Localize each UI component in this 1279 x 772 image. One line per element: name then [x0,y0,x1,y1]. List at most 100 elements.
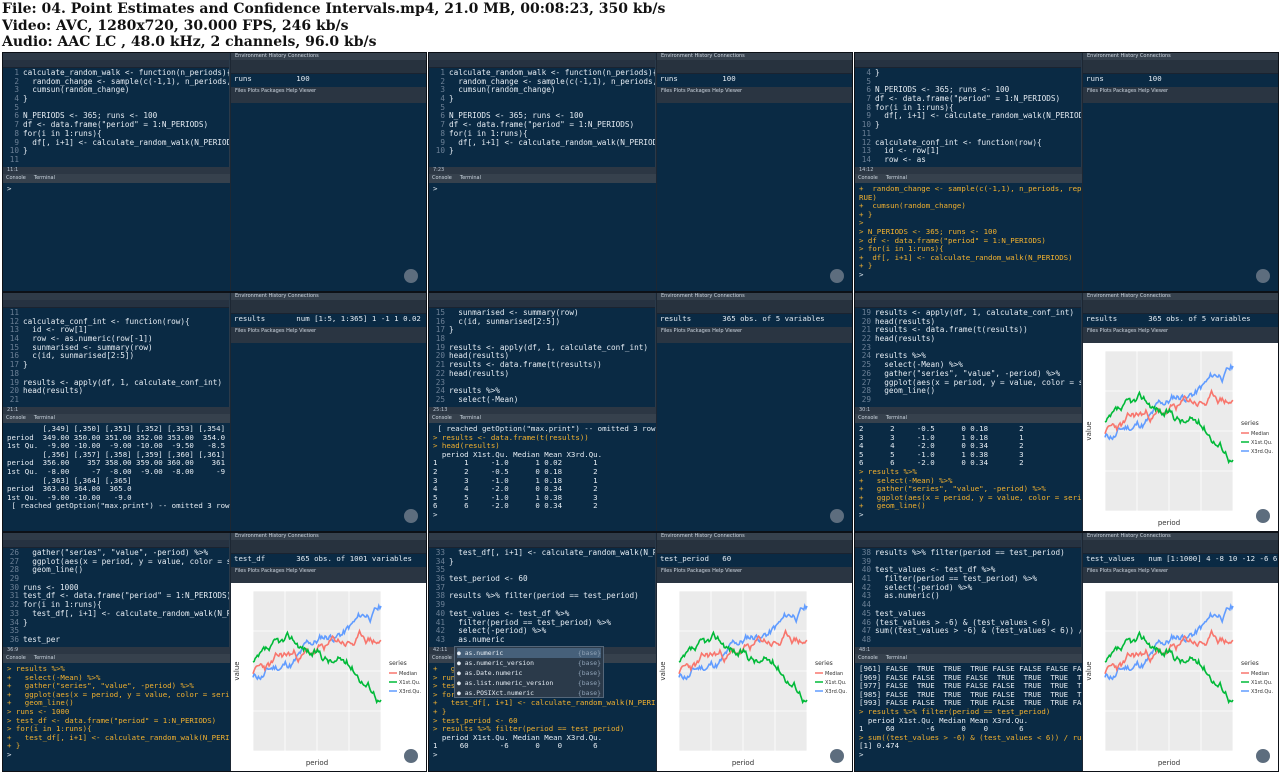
environment-variable[interactable]: test_df 365 obs. of 1001 variables [231,554,426,564]
environment-variable[interactable]: test_period 60 [657,554,852,564]
environment-tabs[interactable]: Environment History Connections [231,533,426,540]
console-output[interactable]: > results %>% + select(-Mean) %>% + gather… [3,663,230,771]
console-line: > [859,269,864,279]
plots-tabs[interactable]: Files Plots Packages Help Viewer [657,87,852,103]
terminal-tab[interactable]: Terminal [460,175,481,181]
environment-tabs[interactable]: Environment History Connections [1083,293,1278,300]
terminal-tab[interactable]: Terminal [34,175,55,181]
play-overlay-icon[interactable] [830,509,844,523]
console-tab[interactable]: Console [6,655,26,661]
environment-variable[interactable]: results 365 obs. of 5 variables [657,314,852,324]
play-overlay-icon[interactable] [404,509,418,523]
environment-variable[interactable]: results 365 obs. of 5 variables [1083,314,1278,324]
source-editor[interactable]: 1 calculate_random_walk <- function(n_per… [3,53,230,167]
editor-file-tab[interactable] [429,53,655,60]
editor-file-tab[interactable] [3,53,229,60]
plots-tabs[interactable]: Files Plots Packages Help Viewer [657,327,852,343]
code-line: 38 results %>% filter(period == test_peri… [855,548,1081,558]
environment-tabs[interactable]: Environment History Connections [657,533,852,540]
play-overlay-icon[interactable] [404,749,418,763]
source-editor[interactable]: 4} 5 6 N_PERIODS <- 365; runs <- 100 7 df <- … [855,53,1082,167]
autocomplete-item[interactable]: ● as.Date.numeric {base} [457,668,601,678]
autocomplete-package: {base} [577,649,601,657]
terminal-tab[interactable]: Terminal [34,415,55,421]
plots-tabs[interactable]: Files Plots Packages Help Viewer [657,567,852,583]
play-overlay-icon[interactable] [1256,509,1270,523]
environment-tabs[interactable]: Environment History Connections [1083,53,1278,60]
editor-file-tab[interactable] [429,533,655,540]
code-text: } [23,94,28,104]
environment-variable[interactable]: runs 100 [657,74,852,84]
code-line: 22 head(results) [855,334,1081,344]
play-overlay-icon[interactable] [404,269,418,283]
autocomplete-item[interactable]: ● as.numeric_version {base} [457,658,601,668]
console-tab[interactable]: Console [6,415,26,421]
line-number: 48 [861,634,871,644]
ggplot-line-chart: period value series Median X1st.Qu. X3rd.Qu. [659,590,847,767]
console-output[interactable]: [,349] [,350] [,351] [,352] [,353] [,354… [3,423,230,531]
play-overlay-icon[interactable] [1256,269,1270,283]
console-tab[interactable]: Console [432,175,452,181]
environment-variable[interactable]: runs 100 [231,74,426,84]
terminal-tab[interactable]: Terminal [886,655,907,661]
console-output[interactable]: 2 2 -0.5 0 0.18 23 3 -1.0 1 0.18 14 4 -2… [855,423,1082,531]
console-tab[interactable]: Console [858,415,878,421]
console-tab[interactable]: Console [6,175,26,181]
environment-tabs[interactable]: Environment History Connections [657,53,852,60]
console-tab[interactable]: Console [432,415,452,421]
plots-tabs[interactable]: Files Plots Packages Help Viewer [1083,87,1278,103]
play-overlay-icon[interactable] [830,269,844,283]
source-editor[interactable]: 38 results %>% filter(period == test_peri… [855,533,1082,647]
environment-variable[interactable]: results num [1:5, 1:365] 1 -1 1 0.02 1 2… [231,314,426,324]
autocomplete-item[interactable]: ● as.numeric {base} [457,648,601,658]
editor-file-tab[interactable] [3,293,229,300]
plots-tabs[interactable]: Files Plots Packages Help Viewer [231,327,426,343]
console-output[interactable]: + random_change <- sample(c(-1,1), n_per… [855,183,1082,291]
console-tab[interactable]: Console [858,655,878,661]
console-output[interactable]: [961] FALSE TRUE TRUE TRUE FALSE FALSE F… [855,663,1082,771]
source-editor[interactable]: 19 results <- apply(df, 1, calculate_conf… [855,293,1082,407]
source-editor[interactable]: 33 test_df[, i+1] <- calculate_random_wa… [429,533,656,647]
autocomplete-item[interactable]: ● as.POSIXct.numeric {base} [457,688,601,698]
plots-tabs[interactable]: Files Plots Packages Help Viewer [231,567,426,583]
console-output[interactable]: > [429,183,656,291]
code-line: 38 results %>% filter(period == test_peri… [429,592,655,601]
editor-file-tab[interactable] [3,533,229,540]
console-tab[interactable]: Console [432,655,452,661]
terminal-tab[interactable]: Terminal [34,655,55,661]
environment-tabs[interactable]: Environment History Connections [231,293,426,300]
source-editor[interactable]: 26 gather("series", "value", -period) %>… [3,533,230,647]
plots-tabs[interactable]: Files Plots Packages Help Viewer [1083,327,1278,343]
console-output[interactable]: [ reached getOption("max.print") -- omit… [429,423,656,531]
plots-tabs[interactable]: Files Plots Packages Help Viewer [1083,567,1278,583]
source-editor[interactable]: 15 sunmarised <- summary(row) 16 c(id, su… [429,293,656,407]
editor-file-tab[interactable] [429,293,655,300]
thumbnail-grid: 1 calculate_random_walk <- function(n_per… [0,52,1279,772]
editor-toolbar [855,60,1081,68]
autocomplete-popup[interactable]: ● as.numeric {base} ● as.numeric_version {b… [454,646,604,698]
plots-tabs[interactable]: Files Plots Packages Help Viewer [231,87,426,103]
console-tab[interactable]: Console [858,175,878,181]
play-overlay-icon[interactable] [1256,749,1270,763]
play-overlay-icon[interactable] [830,749,844,763]
editor-file-tab[interactable] [855,293,1081,300]
terminal-tab[interactable]: Terminal [886,175,907,181]
code-text: as.numeric() [875,591,940,601]
editor-file-tab[interactable] [855,53,1081,60]
environment-variable[interactable]: runs 100 [1083,74,1278,84]
autocomplete-item[interactable]: ● as.list.numeric_version {base} [457,678,601,688]
environment-tabs[interactable]: Environment History Connections [657,293,852,300]
x-axis-label: period [306,759,328,767]
terminal-tab[interactable]: Terminal [460,415,481,421]
console-output[interactable]: > [3,183,230,291]
console-line: 6 6 -2.0 0 0.34 2 [433,501,598,511]
environment-tabs[interactable]: Environment History Connections [231,53,426,60]
environment-tabs[interactable]: Environment History Connections [1083,533,1278,540]
console-line: + random_change <- sample(c(-1,1), n_per… [859,184,1082,193]
code-text: } [23,360,28,370]
source-editor[interactable]: 1 calculate_random_walk <- function(n_per… [429,53,656,167]
source-editor[interactable]: 11 12 calculate_conf_int <- function(row){… [3,293,230,407]
terminal-tab[interactable]: Terminal [886,415,907,421]
editor-file-tab[interactable] [855,533,1081,540]
environment-variable[interactable]: test_values num [1:1000] 4 -8 10 -12 -6 … [1083,554,1278,564]
